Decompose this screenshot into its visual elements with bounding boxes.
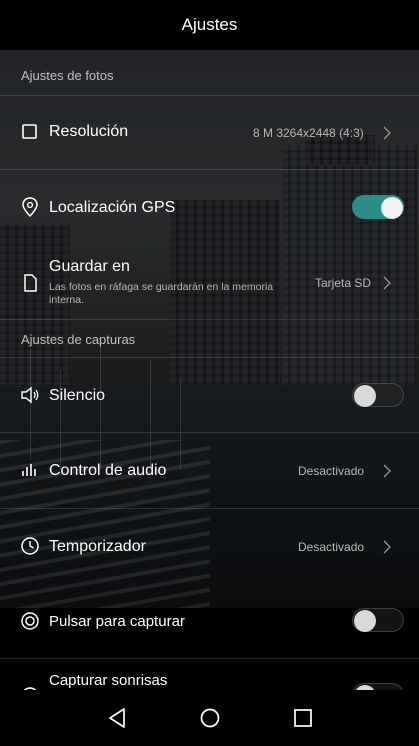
gps-label: Localización GPS — [49, 199, 176, 216]
home-icon[interactable] — [198, 706, 222, 730]
navigation-bar — [0, 690, 419, 746]
audio-bars-icon — [22, 464, 36, 476]
target-icon — [21, 612, 39, 630]
audio-control-row[interactable]: Control de audio Desactivado — [0, 433, 419, 508]
smile-capture-toggle[interactable] — [352, 683, 404, 690]
save-location-label: Guardar en — [49, 258, 130, 275]
smile-capture-row[interactable]: Capturar sonrisas — [0, 659, 419, 690]
audio-control-value: Desactivado — [298, 464, 365, 478]
tap-to-capture-label: Pulsar para capturar — [49, 613, 185, 630]
save-location-value: Tarjeta SD — [315, 276, 372, 290]
resolution-label: Resolución — [49, 123, 129, 140]
gps-toggle[interactable] — [352, 195, 404, 219]
audio-control-label: Control de audio — [49, 462, 167, 479]
chevron-right-icon — [383, 276, 391, 290]
divider — [0, 319, 419, 320]
page-title: Ajustes — [181, 15, 238, 34]
tap-to-capture-toggle[interactable] — [352, 608, 404, 632]
resolution-value: 8 M 3264x2448 (4:3) — [253, 126, 364, 140]
chevron-right-icon — [383, 540, 391, 554]
tap-to-capture-row[interactable]: Pulsar para capturar — [0, 584, 419, 658]
speaker-icon — [21, 386, 39, 404]
title-bar: Ajustes — [0, 0, 419, 50]
silence-row[interactable]: Silencio — [0, 358, 419, 432]
save-location-description: Las fotos en ráfaga se guardarán en la m… — [49, 281, 274, 306]
recents-icon[interactable] — [291, 706, 315, 730]
resolution-row[interactable]: Resolución 8 M 3264x2448 (4:3) — [0, 96, 419, 169]
timer-value: Desactivado — [298, 540, 365, 554]
save-location-row[interactable]: Guardar en Las fotos en ráfaga se guarda… — [0, 246, 419, 319]
silence-label: Silencio — [49, 387, 106, 404]
gps-row[interactable]: Localización GPS — [0, 170, 419, 246]
section-header-capture: Ajustes de capturas — [21, 332, 136, 347]
location-pin-icon — [22, 197, 38, 218]
chevron-right-icon — [383, 126, 391, 140]
smile-capture-label: Capturar sonrisas — [49, 672, 168, 689]
clock-icon — [21, 537, 39, 555]
chevron-right-icon — [383, 464, 391, 478]
section-header-photo: Ajustes de fotos — [21, 68, 114, 83]
file-icon — [24, 274, 37, 292]
silence-toggle[interactable] — [352, 383, 404, 407]
back-icon[interactable] — [105, 706, 129, 730]
timer-label: Temporizador — [49, 538, 146, 555]
timer-row[interactable]: Temporizador Desactivado — [0, 509, 419, 584]
square-icon — [22, 124, 37, 139]
